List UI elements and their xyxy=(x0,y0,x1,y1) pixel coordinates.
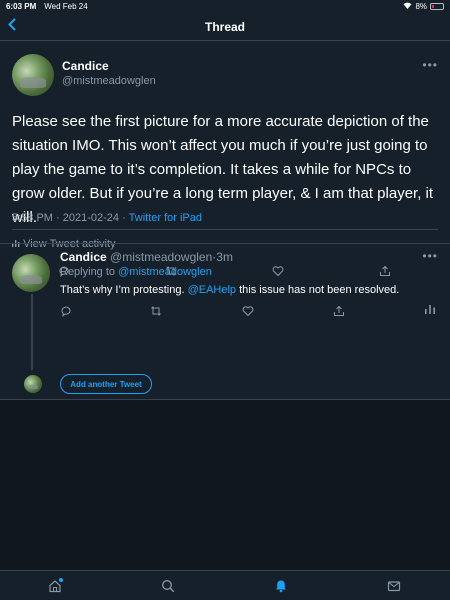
divider xyxy=(12,229,438,230)
tab-search[interactable] xyxy=(161,579,175,593)
status-right: 8% xyxy=(403,2,444,11)
home-icon xyxy=(48,580,62,597)
tab-notifications[interactable] xyxy=(274,579,288,593)
tab-messages[interactable] xyxy=(387,579,401,593)
meta-separator: · xyxy=(56,212,63,224)
add-another-tweet-button[interactable]: Add another Tweet xyxy=(60,374,152,394)
author-handle: @mistmeadowglen xyxy=(110,250,213,264)
empty-area xyxy=(0,400,450,570)
search-icon xyxy=(161,580,175,597)
status-date: Wed Feb 24 xyxy=(44,2,88,11)
mail-icon xyxy=(387,580,401,597)
status-time: 6:03 PM xyxy=(6,2,37,11)
activity-chart-icon[interactable] xyxy=(424,302,438,316)
notification-dot xyxy=(59,578,63,582)
reply-author[interactable]: Candice @mistmeadowglen·3m xyxy=(60,250,233,264)
replying-prefix: Replying to xyxy=(60,266,116,278)
author-handle[interactable]: @mistmeadowglen xyxy=(62,75,156,87)
status-bar: 6:03 PM Wed Feb 24 8% xyxy=(0,0,450,13)
tweet-time: 5:58 PM xyxy=(12,212,53,224)
reply-text: That’s why I’m protesting. @EAHelp this … xyxy=(60,284,399,296)
thread-connector-line xyxy=(31,294,33,370)
nav-title: Thread xyxy=(204,19,245,34)
share-icon[interactable] xyxy=(333,304,347,318)
tweet-client[interactable]: Twitter for iPad xyxy=(129,212,202,224)
more-options-icon[interactable]: ••• xyxy=(422,58,438,72)
avatar[interactable] xyxy=(12,54,54,96)
retweet-icon[interactable] xyxy=(150,304,164,318)
nav-bar: Thread xyxy=(0,13,450,41)
tab-bar xyxy=(0,570,450,600)
reply-text-before: That’s why I’m protesting. xyxy=(60,284,185,296)
tab-home[interactable] xyxy=(48,578,63,593)
tweet-meta: 5:58 PM · 2021-02-24 · Twitter for iPad xyxy=(12,212,202,224)
replying-to-mention[interactable]: @mistmeadowglen xyxy=(118,266,212,278)
battery-percent: 8% xyxy=(415,2,427,11)
reply-text-after: this issue has not been resolved. xyxy=(239,284,400,296)
reply-icon[interactable] xyxy=(60,304,74,318)
tweet-date: 2021-02-24 xyxy=(62,212,120,224)
avatar[interactable] xyxy=(12,254,50,292)
reply-actions xyxy=(60,302,440,318)
author-name[interactable]: Candice xyxy=(62,59,109,73)
author-name: Candice xyxy=(60,250,107,264)
more-options-icon[interactable]: ••• xyxy=(422,249,438,263)
bell-icon xyxy=(274,580,288,597)
mention-link[interactable]: @EAHelp xyxy=(188,284,236,296)
reply-tweet[interactable]: Candice @mistmeadowglen·3m ••• Replying … xyxy=(0,244,450,399)
battery-icon xyxy=(430,3,444,10)
reply-age: 3m xyxy=(216,250,233,264)
replying-to: Replying to @mistmeadowglen xyxy=(60,266,212,278)
back-chevron-icon[interactable] xyxy=(8,18,16,36)
heart-icon[interactable] xyxy=(242,304,256,318)
wifi-icon xyxy=(403,2,412,11)
compose-avatar xyxy=(24,375,42,393)
